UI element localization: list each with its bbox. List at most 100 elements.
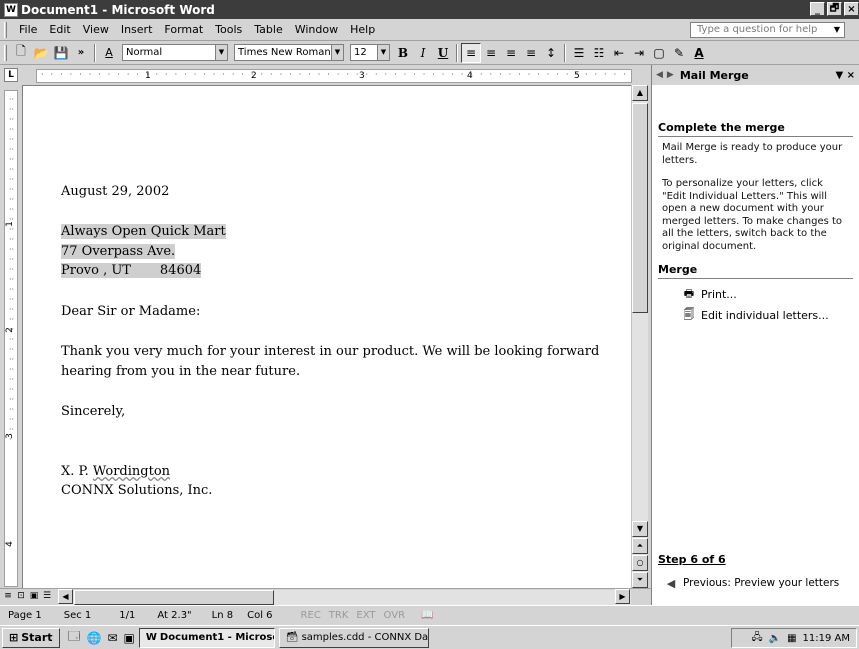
font-color-icon[interactable]: A — [689, 43, 709, 63]
start-button[interactable]: ⊞ Start — [2, 627, 60, 648]
scroll-down-icon[interactable]: ▼ — [632, 521, 648, 537]
web-view-icon[interactable]: ⊡ — [15, 590, 27, 603]
help-search-input[interactable]: Type a question for help ▼ — [690, 22, 845, 38]
normal-view-icon[interactable]: ≡ — [2, 590, 14, 603]
align-right-icon[interactable]: ≡ — [501, 43, 521, 63]
vruler-label: 3 — [4, 433, 15, 439]
menu-table[interactable]: Table — [248, 23, 288, 36]
network-icon[interactable]: 🖧 — [751, 630, 762, 647]
hscroll-thumb[interactable] — [74, 590, 274, 605]
bullets-icon[interactable]: ☷ — [589, 43, 609, 63]
horizontal-ruler[interactable]: ········································… — [36, 69, 632, 83]
open-folder-icon[interactable]: 📂 — [31, 43, 51, 63]
minimize-button[interactable]: _ — [810, 2, 825, 16]
horizontal-scrollbar[interactable]: ◀ ▶ — [58, 589, 631, 605]
close-button[interactable]: × — [844, 2, 859, 16]
vertical-scrollbar[interactable]: ▲ ▼ ⏶ ○ ⏷ — [631, 85, 648, 588]
chevron-down-icon[interactable]: ▼ — [215, 45, 227, 60]
decrease-indent-icon[interactable]: ⇤ — [609, 43, 629, 63]
menu-format[interactable]: Format — [158, 23, 209, 36]
menu-edit[interactable]: Edit — [43, 23, 76, 36]
task-connx-samples[interactable]: 🗃 samples.cdd - CONNX Dat... — [278, 627, 429, 648]
ruler-label: 1 — [145, 71, 151, 81]
scroll-left-icon[interactable]: ◀ — [58, 589, 73, 604]
numbering-icon[interactable]: ☰ — [569, 43, 589, 63]
save-disk-icon[interactable]: 💾 — [51, 43, 71, 63]
scroll-thumb[interactable] — [632, 103, 648, 313]
italic-button[interactable]: I — [413, 43, 433, 63]
style-select[interactable]: Normal ▼ — [122, 44, 228, 61]
tab-stop-selector[interactable]: L — [4, 68, 18, 82]
task-word-document[interactable]: W Document1 - Microsof... — [138, 627, 275, 648]
toolbar-options-icon[interactable]: » — [71, 43, 91, 63]
print-layout-icon[interactable]: ▣ — [28, 590, 40, 603]
quick-launch-browser-icon[interactable]: 🌐 — [87, 631, 102, 645]
select-browse-object-icon[interactable]: ○ — [632, 555, 648, 571]
underline-button[interactable]: U — [433, 43, 453, 63]
vruler-label: 1 — [4, 221, 15, 227]
borders-icon[interactable]: ▢ — [649, 43, 669, 63]
menu-file[interactable]: File — [13, 23, 43, 36]
volume-icon[interactable]: 🔈 — [769, 633, 781, 644]
menu-help[interactable]: Help — [344, 23, 381, 36]
document-page[interactable]: August 29, 2002 Always Open Quick Mart 7… — [22, 85, 631, 588]
align-left-icon[interactable]: ≡ — [461, 42, 481, 63]
status-position: At 2.3" — [157, 610, 192, 621]
line-spacing-icon[interactable]: ↕ — [541, 43, 561, 63]
highlight-icon[interactable]: ✎ — [669, 43, 689, 63]
styles-icon[interactable]: A — [99, 43, 119, 63]
taskbar: ⊞ Start 🗔 🌐 ✉ ▣ W Document1 - Microsof..… — [0, 625, 859, 649]
align-center-icon[interactable]: ≡ — [481, 43, 501, 63]
menu-grip[interactable] — [4, 21, 7, 38]
help-placeholder: Type a question for help — [697, 24, 818, 35]
bold-button[interactable]: B — [393, 43, 413, 63]
scroll-right-icon[interactable]: ▶ — [615, 589, 630, 604]
edit-letters-link[interactable]: 🗐 Edit individual letters... — [682, 306, 859, 324]
menu-view[interactable]: View — [77, 23, 115, 36]
mail-merge-task-pane: Complete the merge Mail Merge is ready t… — [651, 85, 859, 605]
toolbar-separator — [94, 43, 96, 62]
previous-step-link[interactable]: ◀ Previous: Preview your letters — [664, 574, 859, 592]
status-line: Ln 8 — [211, 610, 234, 621]
vruler-label: 2 — [4, 327, 15, 333]
forward-arrow-icon[interactable]: ▶ — [667, 70, 674, 80]
status-trk[interactable]: TRK — [329, 610, 349, 621]
menu-insert[interactable]: Insert — [115, 23, 159, 36]
new-document-icon[interactable]: 🗋 — [11, 43, 31, 63]
tray-app-icon[interactable]: ▦ — [787, 633, 796, 644]
back-arrow-icon[interactable]: ◀ — [656, 70, 663, 80]
chevron-down-icon[interactable]: ▼ × — [835, 70, 855, 81]
status-ovr[interactable]: OVR — [384, 610, 405, 621]
next-page-icon[interactable]: ⏷ — [632, 572, 648, 588]
vertical-ruler[interactable]: ········································… — [4, 90, 18, 587]
quick-launch-mail-icon[interactable]: ✉ — [107, 631, 117, 645]
task-connx-label: samples.cdd - CONNX Dat... — [301, 632, 429, 643]
justify-icon[interactable]: ≡ — [521, 43, 541, 63]
menu-tools[interactable]: Tools — [209, 23, 248, 36]
status-rec[interactable]: REC — [301, 610, 321, 621]
menu-window[interactable]: Window — [289, 23, 344, 36]
previous-step-label: Previous: Preview your letters — [683, 577, 840, 589]
scroll-up-icon[interactable]: ▲ — [632, 85, 648, 101]
status-ext[interactable]: EXT — [356, 610, 375, 621]
increase-indent-icon[interactable]: ⇥ — [629, 43, 649, 63]
word-doc-icon[interactable]: W — [4, 2, 18, 17]
outline-view-icon[interactable]: ☰ — [41, 590, 53, 603]
restore-button[interactable]: 🗗 — [827, 2, 842, 16]
chevron-down-icon[interactable]: ▼ — [331, 45, 343, 60]
chevron-down-icon[interactable]: ▼ — [831, 23, 843, 37]
toolbar-grip[interactable] — [4, 44, 7, 61]
wizard-step-footer: Step 6 of 6 ◀ Previous: Preview your let… — [652, 553, 859, 592]
edit-documents-icon: 🗐 — [683, 307, 695, 321]
print-link[interactable]: 🖶 Print... — [682, 285, 859, 303]
font-select[interactable]: Times New Roman ▼ — [234, 44, 344, 61]
quick-launch-media-icon[interactable]: ▣ — [124, 631, 135, 645]
previous-page-icon[interactable]: ⏶ — [632, 538, 648, 554]
spelling-check-icon[interactable]: 📖 — [421, 610, 433, 621]
ruler-ticks: ········································… — [41, 70, 631, 79]
quick-launch-desktop-icon[interactable]: 🗔 — [68, 627, 81, 648]
chevron-down-icon[interactable]: ▼ — [377, 45, 389, 60]
merge-field-company: Always Open Quick Mart — [61, 224, 226, 239]
clock[interactable]: 11:19 AM — [803, 633, 850, 644]
font-size-select[interactable]: 12 ▼ — [350, 44, 390, 61]
